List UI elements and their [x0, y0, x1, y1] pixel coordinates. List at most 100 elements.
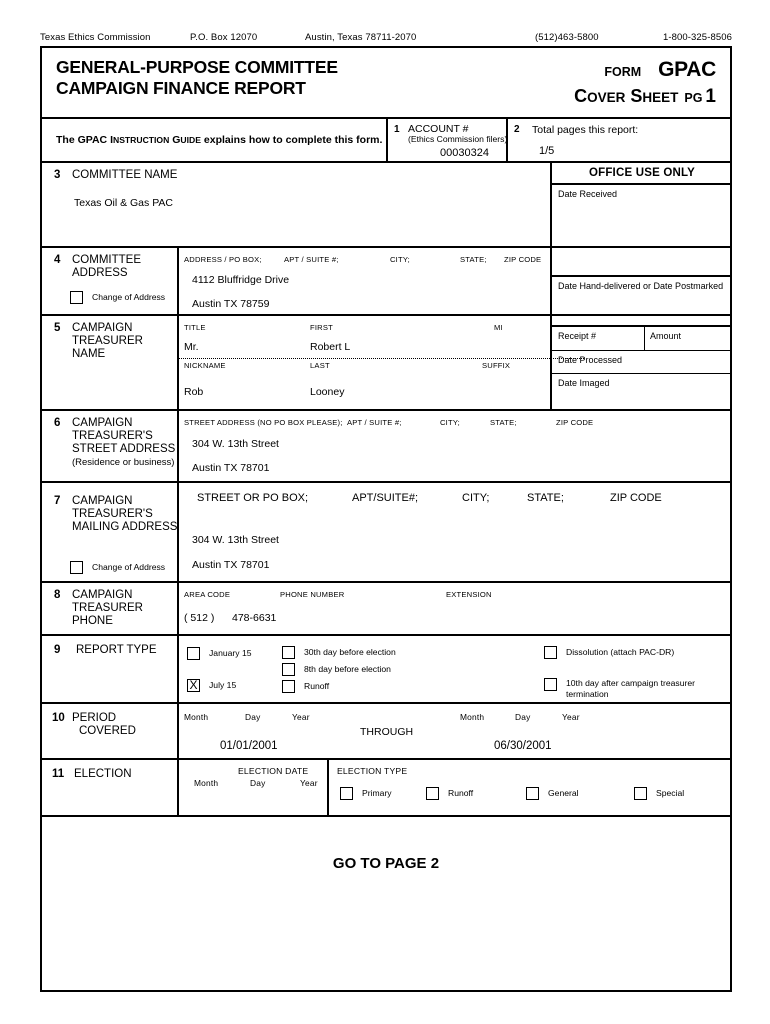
election-type-label-3: Special	[656, 788, 685, 799]
page-title-line2: CAMPAIGN FINANCE REPORT	[56, 78, 306, 98]
box3-label: COMMITTEE NAME	[72, 169, 178, 181]
box11-hdr-month: Month	[194, 778, 219, 788]
treasurer-street-citystatezip-field[interactable]: Austin TX 78701	[192, 462, 269, 474]
checkbox-primary[interactable]	[340, 787, 353, 800]
box7-label-line1: CAMPAIGN	[72, 495, 133, 507]
report-type-label-0: January 15	[209, 648, 252, 659]
report-type-option-july-15[interactable]: July 15	[187, 678, 237, 692]
checkbox-runoff-report[interactable]	[282, 680, 295, 693]
footer-row: GO TO PAGE 2	[42, 817, 730, 947]
box7-row: 7 CAMPAIGN TREASURER'S MAILING ADDRESS C…	[42, 483, 730, 583]
office-date-received-box[interactable]: Date Received	[552, 185, 732, 277]
form-code: GPAC	[658, 58, 716, 81]
box11-row: 11 ELECTION ELECTION DATE Month Day Year…	[42, 760, 730, 817]
checkbox-special[interactable]	[634, 787, 647, 800]
election-type-option-primary[interactable]: Primary	[340, 787, 392, 800]
box6-hdr-apt: APT / SUITE #;	[347, 418, 402, 427]
report-type-option-dissolution[interactable]: Dissolution (attach PAC-DR)	[544, 646, 674, 659]
cover-over: OVER	[587, 90, 626, 105]
box4-change-of-address-row[interactable]: Change of Address	[70, 291, 165, 304]
checkbox-general[interactable]	[526, 787, 539, 800]
treasurer-mailing-citystatezip-field[interactable]: Austin TX 78701	[192, 559, 269, 571]
box10-hdr-year-from: Year	[292, 712, 310, 722]
election-type-option-runoff[interactable]: Runoff	[426, 787, 473, 800]
box9-row: 9 REPORT TYPE January 15 July 15 30th da…	[42, 636, 730, 704]
treasurer-first-field[interactable]: Robert L	[310, 341, 350, 353]
office-receipt-amount-box[interactable]: Receipt # Amount	[552, 327, 732, 351]
treasurer-nickname-field[interactable]: Rob	[184, 386, 203, 398]
checkbox-30th-day-before-election[interactable]	[282, 646, 295, 659]
box5-number: 5	[54, 322, 61, 334]
box8-label-line1: CAMPAIGN	[72, 589, 133, 601]
total-pages-field[interactable]: 1/5	[539, 145, 554, 157]
office-date-hand-delivered-box[interactable]: Date Hand-delivered or Date Postmarked	[552, 277, 732, 327]
report-type-option-january-15[interactable]: January 15	[187, 647, 252, 660]
treasurer-last-field[interactable]: Looney	[310, 386, 344, 398]
box10-hdr-day-from: Day	[245, 712, 261, 722]
box7-label-line2: TREASURER'S	[72, 508, 153, 520]
treasurer-mailing-street-field[interactable]: 304 W. 13th Street	[192, 534, 279, 546]
election-type-option-special[interactable]: Special	[634, 787, 684, 800]
office-date-hand-delivered-label: Date Hand-delivered or Date Postmarked	[558, 281, 724, 291]
checkbox-runoff-election[interactable]	[426, 787, 439, 800]
box6-label-line3: STREET ADDRESS	[72, 443, 176, 455]
box7-change-of-address-row[interactable]: Change of Address	[70, 561, 165, 574]
box7-hdr-city: CITY;	[462, 492, 490, 504]
checkbox-july-15[interactable]	[187, 678, 200, 692]
office-date-processed-label: Date Processed	[558, 355, 623, 365]
box10-label-line1: PERIOD	[72, 712, 117, 724]
period-from-field[interactable]: 01/01/2001	[220, 740, 278, 752]
checkbox-change-of-address-committee[interactable]	[70, 291, 83, 304]
instruction-guide: UIDE	[180, 135, 201, 145]
box6-label-line1: CAMPAIGN	[72, 417, 133, 429]
box9-number: 9	[54, 644, 61, 656]
report-type-option-30th-day[interactable]: 30th day before election	[282, 646, 396, 659]
agency-phone: (512)463-5800	[535, 32, 599, 43]
checkbox-change-of-address-mailing[interactable]	[70, 561, 83, 574]
sheet-s: S	[630, 86, 643, 106]
box10-hdr-month-from: Month	[184, 712, 209, 722]
committee-citystatezip-field[interactable]: Austin TX 78759	[192, 298, 269, 310]
committee-street-field[interactable]: 4112 Bluffridge Drive	[192, 274, 289, 286]
box4-hdr-apt: APT / SUITE #;	[284, 255, 339, 264]
treasurer-street-field[interactable]: 304 W. 13th Street	[192, 438, 279, 450]
treasurer-title-field[interactable]: Mr.	[184, 341, 199, 353]
box4-change-of-address-label: Change of Address	[92, 292, 166, 303]
office-date-processed-box[interactable]: Date Processed	[552, 351, 732, 374]
box7-number: 7	[54, 495, 61, 507]
box1-sublabel: (Ethics Commission filers)	[408, 134, 508, 144]
report-type-label-5: Dissolution (attach PAC-DR)	[566, 647, 675, 658]
box10-through-label: THROUGH	[360, 726, 414, 738]
box10-hdr-month-to: Month	[460, 712, 485, 722]
checkbox-january-15[interactable]	[187, 647, 200, 660]
form-title-band: GENERAL-PURPOSE COMMITTEE CAMPAIGN FINAN…	[42, 48, 730, 119]
report-type-option-runoff[interactable]: Runoff	[282, 680, 329, 693]
report-type-label-1: July 15	[209, 680, 237, 691]
sheet-heet: HEET	[642, 90, 679, 105]
checkbox-10th-day-after-termination[interactable]	[544, 678, 557, 691]
election-type-label-2: General	[548, 788, 579, 799]
box11-hdr-year: Year	[300, 778, 318, 788]
report-type-option-10th-day-termination[interactable]: 10th day after campaign treasurer termin…	[544, 678, 701, 699]
box10-hdr-day-to: Day	[515, 712, 531, 722]
pg-label: PG	[684, 91, 703, 105]
report-type-option-8th-day[interactable]: 8th day before election	[282, 663, 391, 676]
box4-number: 4	[54, 254, 61, 266]
box4-label-line1: COMMITTEE	[72, 254, 141, 266]
election-type-option-general[interactable]: General	[526, 787, 579, 800]
phone-area-code-field[interactable]: ( 512 )	[184, 612, 214, 624]
committee-name-field[interactable]: Texas Oil & Gas PAC	[74, 197, 173, 209]
instruction-instruction: NSTRUCTION	[112, 135, 170, 145]
report-type-label-2: 30th day before election	[304, 647, 396, 658]
box7-hdr-street: STREET OR PO BOX;	[197, 492, 309, 504]
box7-hdr-state: STATE;	[527, 492, 564, 504]
account-number-field[interactable]: 00030324	[440, 147, 489, 159]
checkbox-dissolution[interactable]	[544, 646, 557, 659]
period-to-field[interactable]: 06/30/2001	[494, 740, 552, 752]
phone-number-field[interactable]: 478-6631	[232, 612, 276, 624]
pg-number: 1	[705, 86, 716, 107]
election-type-label-1: Runoff	[448, 788, 474, 799]
box5-hdr-nickname: NICKNAME	[184, 361, 226, 370]
checkbox-8th-day-before-election[interactable]	[282, 663, 295, 676]
office-date-imaged-box[interactable]: Date Imaged	[552, 374, 732, 397]
